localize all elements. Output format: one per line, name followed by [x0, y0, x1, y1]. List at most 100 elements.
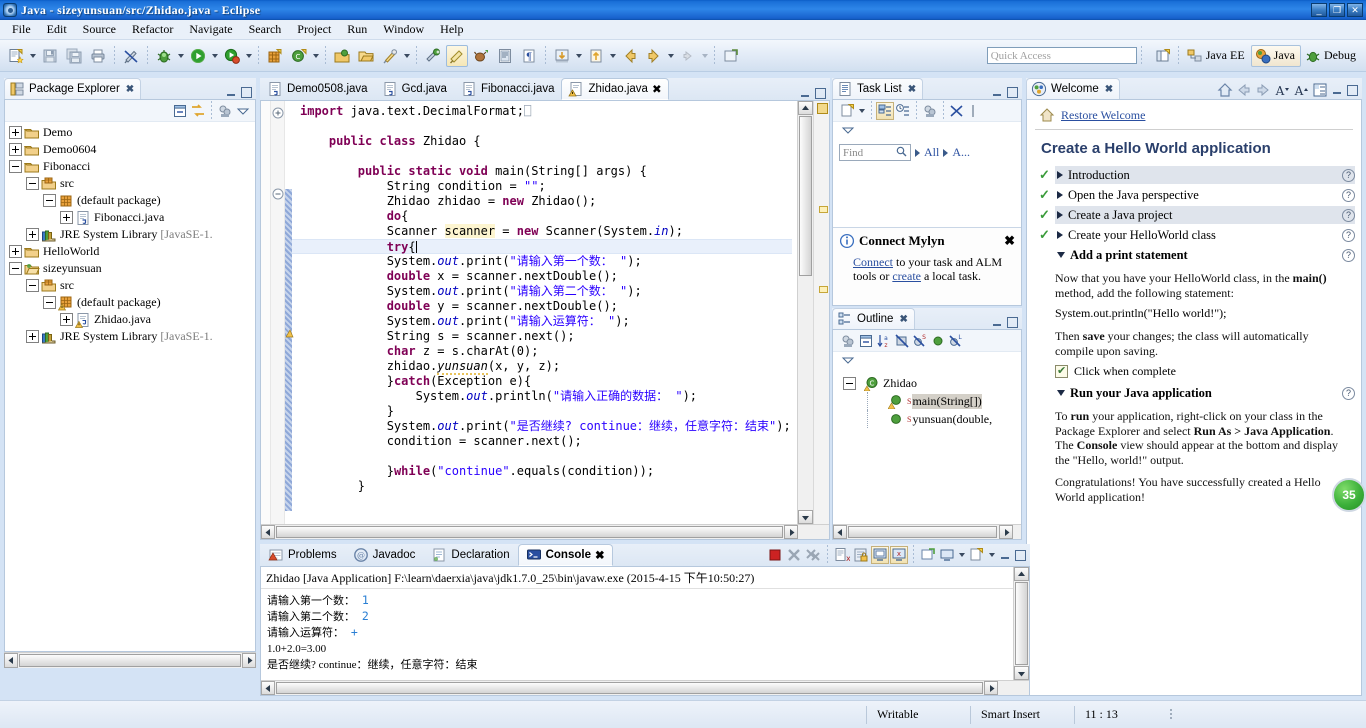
- code-line[interactable]: zhidao.yunsuan(x, y, z);: [300, 359, 792, 375]
- restore-welcome-link[interactable]: Restore Welcome: [1061, 108, 1145, 123]
- tree-node[interactable]: HelloWorld: [5, 243, 255, 260]
- hide-local-icon[interactable]: L: [947, 332, 965, 350]
- close-icon[interactable]: ✖: [126, 84, 134, 95]
- maximize-icon[interactable]: [239, 85, 253, 99]
- open-console-menu-dropdown-icon[interactable]: [987, 544, 997, 566]
- code-line[interactable]: System.out.print("请输入运算符： ");: [300, 314, 792, 329]
- close-icon[interactable]: ✖: [908, 84, 916, 95]
- scroll-left-icon[interactable]: [261, 525, 275, 539]
- previous-edit-dropdown-icon[interactable]: [608, 45, 618, 67]
- new-java-project-icon[interactable]: [264, 45, 286, 67]
- minimize-icon[interactable]: [1330, 83, 1344, 97]
- console-vscrollbar[interactable]: [1013, 567, 1029, 680]
- back-icon[interactable]: [619, 45, 641, 67]
- collapse-icon[interactable]: [9, 262, 22, 275]
- tab-javadoc[interactable]: @ Javadoc: [345, 544, 424, 566]
- new-java-class-icon[interactable]: C: [288, 45, 310, 67]
- run-dropdown-icon[interactable]: [210, 45, 220, 67]
- outline-tree[interactable]: C Zhidao Smain(String[]) Syunsuan(double,: [833, 368, 1021, 428]
- hide-static-icon[interactable]: S: [911, 332, 929, 350]
- tree-node[interactable]: Zhidao.java: [5, 311, 255, 328]
- scroll-right-icon[interactable]: [242, 653, 256, 668]
- package-explorer-hscrollbar[interactable]: [4, 652, 256, 668]
- focus-icon[interactable]: [839, 332, 857, 350]
- tab-welcome[interactable]: Welcome ✖: [1026, 78, 1121, 99]
- external-tools-icon[interactable]: [470, 45, 492, 67]
- console-output[interactable]: 请输入第一个数： 1 请输入第二个数： 2 请输入运算符： +1.0+2.0=3.0…: [261, 589, 1029, 677]
- console-hscrollbar[interactable]: [261, 680, 1029, 695]
- scroll-up-icon[interactable]: [798, 101, 813, 115]
- code-line[interactable]: }: [300, 404, 792, 419]
- toggle-mark-occurrences-icon[interactable]: [120, 45, 142, 67]
- help-icon[interactable]: ?: [1342, 228, 1355, 242]
- editor-tab-demo0508[interactable]: Demo0508.java: [260, 78, 375, 100]
- close-icon[interactable]: ✖: [1004, 233, 1015, 249]
- tree-node[interactable]: sizeyunsuan: [5, 260, 255, 277]
- tree-node[interactable]: (default package): [5, 294, 255, 311]
- run-coverage-icon[interactable]: [221, 45, 243, 67]
- status-resize-handle[interactable]: [1166, 706, 1176, 724]
- welcome-step[interactable]: ✓ Create a Java project?: [1027, 205, 1361, 225]
- forward-nav-icon[interactable]: [677, 45, 699, 67]
- forward-icon[interactable]: [643, 45, 665, 67]
- search-icon[interactable]: [896, 146, 907, 160]
- editor-tab-gcd[interactable]: Gcd.java: [375, 78, 454, 100]
- collapse-all-icon[interactable]: [948, 102, 966, 120]
- next-edit-icon[interactable]: [551, 45, 573, 67]
- collapse-icon[interactable]: [26, 177, 39, 190]
- menu-file[interactable]: File: [4, 20, 39, 39]
- menu-search[interactable]: Search: [241, 20, 290, 39]
- welcome-step-run[interactable]: ✓ Run your Java application ?: [1027, 383, 1361, 403]
- code-line[interactable]: char z = s.charAt(0);: [300, 344, 792, 359]
- outline-node[interactable]: Smain(String[]): [833, 392, 1021, 410]
- next-edit-dropdown-icon[interactable]: [574, 45, 584, 67]
- chevron-right-icon[interactable]: [1057, 211, 1063, 219]
- open-console-icon[interactable]: [919, 546, 937, 564]
- mylyn-create-link[interactable]: create: [892, 269, 921, 283]
- expand-icon[interactable]: [26, 228, 39, 241]
- welcome-step[interactable]: ✓ Open the Java perspective?: [1027, 185, 1361, 205]
- pin-console-icon[interactable]: [871, 546, 889, 564]
- scroll-right-icon[interactable]: [984, 681, 998, 695]
- code-line[interactable]: Scanner scanner = new Scanner(System.in)…: [300, 224, 792, 239]
- collapse-all-icon[interactable]: [171, 102, 189, 120]
- scroll-left-icon[interactable]: [833, 525, 847, 539]
- maximize-icon[interactable]: [1005, 315, 1019, 329]
- scroll-down-icon[interactable]: [1014, 666, 1029, 680]
- menu-refactor[interactable]: Refactor: [124, 20, 181, 39]
- previous-edit-icon[interactable]: [585, 45, 607, 67]
- editor-tab-zhidao[interactable]: Zhidao.java ✖: [561, 78, 669, 100]
- tree-node[interactable]: Demo0604: [5, 141, 255, 158]
- pin-editor-icon[interactable]: [720, 45, 742, 67]
- collapse-icon[interactable]: [43, 194, 56, 207]
- perspective-java-ee[interactable]: Java EE: [1183, 45, 1251, 67]
- close-icon[interactable]: ✖: [899, 314, 907, 325]
- welcome-step[interactable]: ✓ Create your HelloWorld class?: [1027, 225, 1361, 245]
- code-line[interactable]: double x = scanner.nextDouble();: [300, 269, 792, 284]
- code-line[interactable]: }while("continue".equals(condition));: [300, 464, 792, 479]
- maximize-icon[interactable]: [813, 86, 827, 100]
- expand-icon[interactable]: [9, 245, 22, 258]
- menu-navigate[interactable]: Navigate: [181, 20, 240, 39]
- help-icon[interactable]: ?: [1342, 168, 1355, 182]
- close-icon[interactable]: ✖: [652, 82, 662, 96]
- tree-node[interactable]: JRE System Library [JavaSE-1.: [5, 328, 255, 345]
- code-line[interactable]: System.out.print("请输入第一个数： ");: [300, 254, 792, 269]
- task-filter-all[interactable]: All: [924, 145, 939, 160]
- collapse-icon[interactable]: [43, 296, 56, 309]
- welcome-step[interactable]: Add a print statement?: [1027, 245, 1361, 265]
- code-line[interactable]: }catch(Exception e){: [300, 374, 792, 389]
- next-annotation-icon[interactable]: [494, 45, 516, 67]
- package-explorer-tree[interactable]: Demo Demo0604 Fibonacci src (default package…: [5, 122, 255, 345]
- hscroll-thumb[interactable]: [848, 526, 997, 538]
- scroll-left-icon[interactable]: [261, 681, 275, 695]
- minimize-icon[interactable]: [798, 86, 812, 100]
- close-icon[interactable]: ✖: [595, 548, 605, 562]
- menu-help[interactable]: Help: [432, 20, 471, 39]
- debug-icon[interactable]: [153, 45, 175, 67]
- editor-folding-ruler[interactable]: [271, 101, 285, 539]
- menu-edit[interactable]: Edit: [39, 20, 75, 39]
- chevron-right-icon[interactable]: [1057, 231, 1063, 239]
- mylyn-connect-link[interactable]: Connect: [853, 255, 893, 269]
- sort-icon[interactable]: az: [875, 332, 893, 350]
